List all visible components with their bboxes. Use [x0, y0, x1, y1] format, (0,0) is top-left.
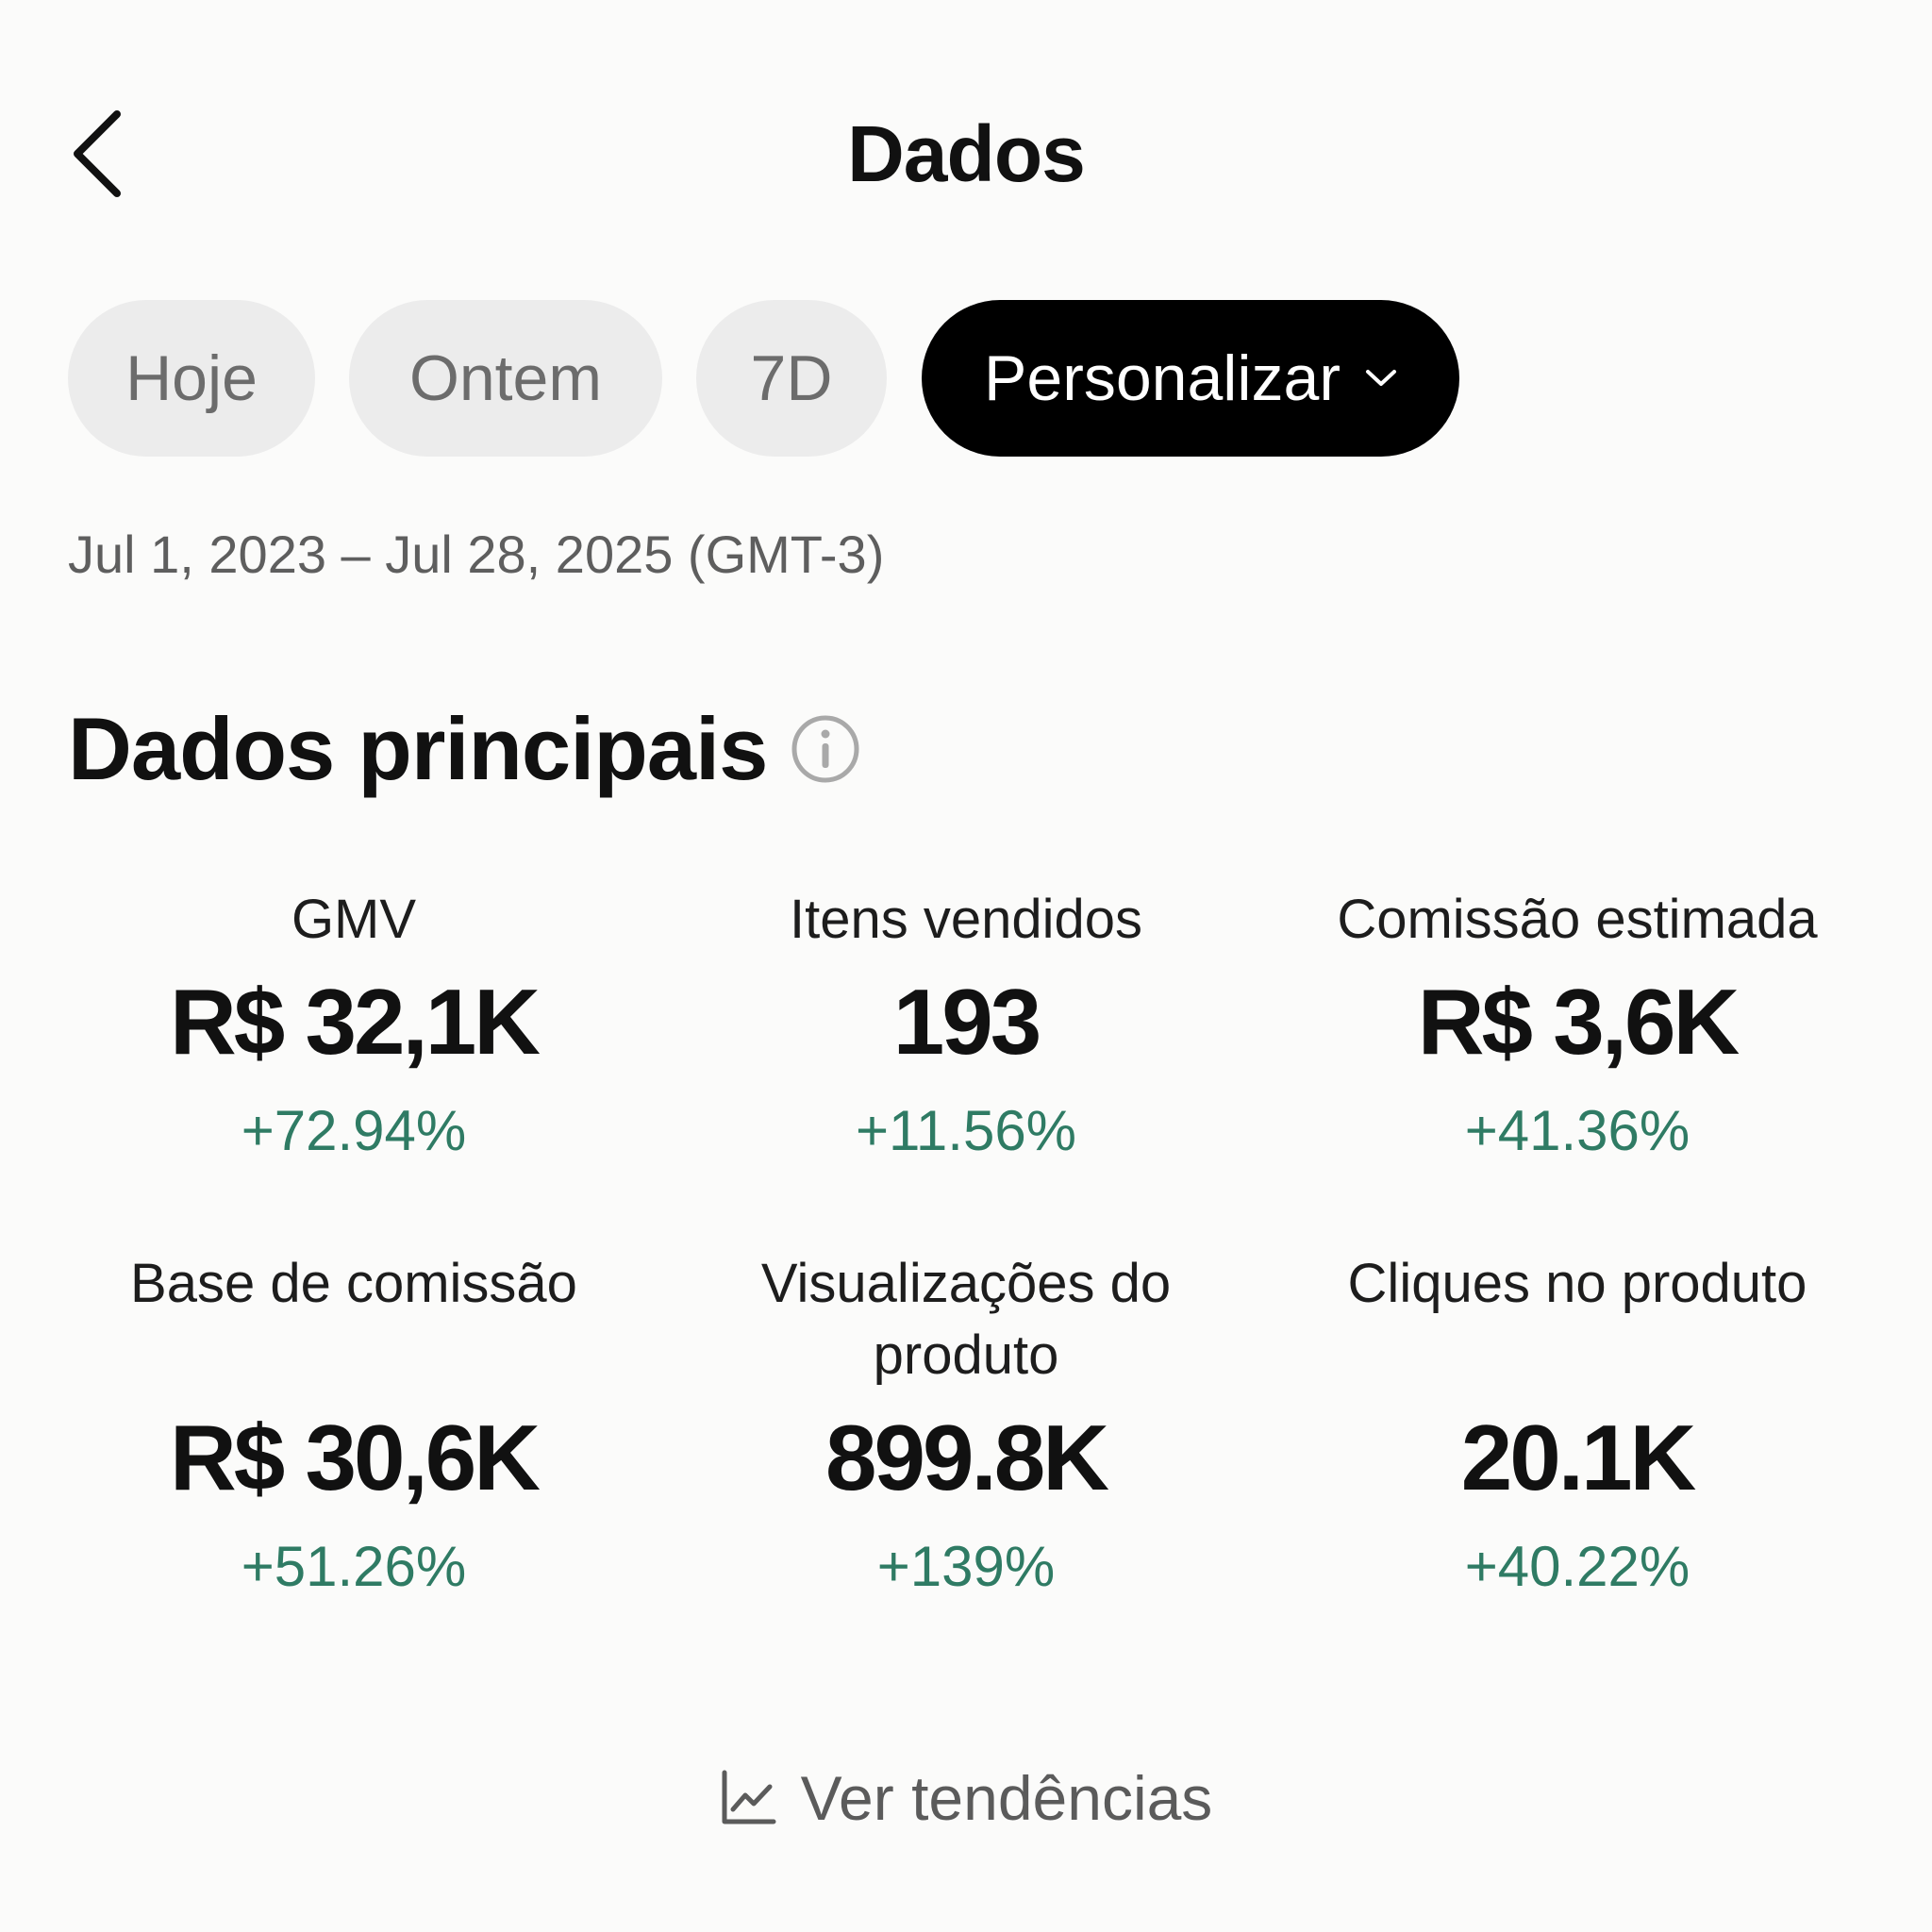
filter-chip-hoje[interactable]: Hoje [68, 300, 315, 457]
metric-itens-vendidos[interactable]: Itens vendidos 193 +11.56% [683, 884, 1249, 1167]
metric-label: Visualizações do produto [760, 1253, 1172, 1386]
metric-value: R$ 32,1K [169, 970, 541, 1074]
chevron-down-icon [1365, 368, 1397, 389]
metric-label: GMV [291, 889, 417, 950]
date-range: Jul 1, 2023 – Jul 28, 2025 (GMT-3) [68, 525, 885, 584]
filter-chip-ontem[interactable]: Ontem [349, 300, 662, 457]
metric-label: Comissão estimada [1337, 889, 1818, 950]
view-trends-label: Ver tendências [800, 1763, 1213, 1833]
metric-change: +11.56% [855, 1099, 1077, 1162]
filter-chip-personalizar[interactable]: Personalizar [922, 300, 1459, 457]
metric-label: Itens vendidos [789, 889, 1143, 950]
metric-base-de-comissao[interactable]: Base de comissão R$ 30,6K +51.26% [71, 1248, 637, 1603]
metric-change: +41.36% [1464, 1099, 1690, 1162]
metric-cliques-no-produto[interactable]: Cliques no produto 20.1K +40.22% [1294, 1248, 1860, 1603]
metric-change: +40.22% [1464, 1535, 1690, 1598]
metric-value: R$ 30,6K [169, 1406, 541, 1509]
metric-gmv[interactable]: GMV R$ 32,1K +72.94% [71, 884, 637, 1167]
section-title: Dados principais [68, 698, 861, 800]
chip-label: Hoje [125, 342, 258, 414]
page-title: Dados [847, 109, 1086, 198]
page: Dados Hoje Ontem 7D Personalizar Jul 1, … [0, 0, 1932, 1932]
chip-label: Personalizar [984, 342, 1341, 414]
chip-label: Ontem [408, 342, 603, 414]
metric-value: 193 [892, 970, 1042, 1074]
view-trends-link[interactable]: Ver tendências [0, 1762, 1932, 1834]
metric-visualizacoes-do-produto[interactable]: Visualizações do produto 899.8K +139% [683, 1248, 1249, 1603]
chip-label: 7D [750, 342, 833, 414]
metric-value: 20.1K [1460, 1406, 1697, 1509]
metric-label: Base de comissão [130, 1253, 577, 1314]
filter-chip-7d[interactable]: 7D [696, 300, 887, 457]
metric-comissao-estimada[interactable]: Comissão estimada R$ 3,6K +41.36% [1294, 884, 1860, 1167]
metric-value: R$ 3,6K [1417, 970, 1740, 1074]
metric-label: Cliques no produto [1347, 1253, 1807, 1314]
metric-change: +72.94% [241, 1099, 467, 1162]
metric-change: +139% [876, 1535, 1056, 1598]
line-chart-icon [720, 1770, 776, 1826]
metric-change: +51.26% [241, 1535, 467, 1598]
metric-value: 899.8K [824, 1406, 1109, 1509]
section-title-text: Dados principais [68, 699, 768, 798]
info-icon[interactable] [790, 713, 861, 785]
